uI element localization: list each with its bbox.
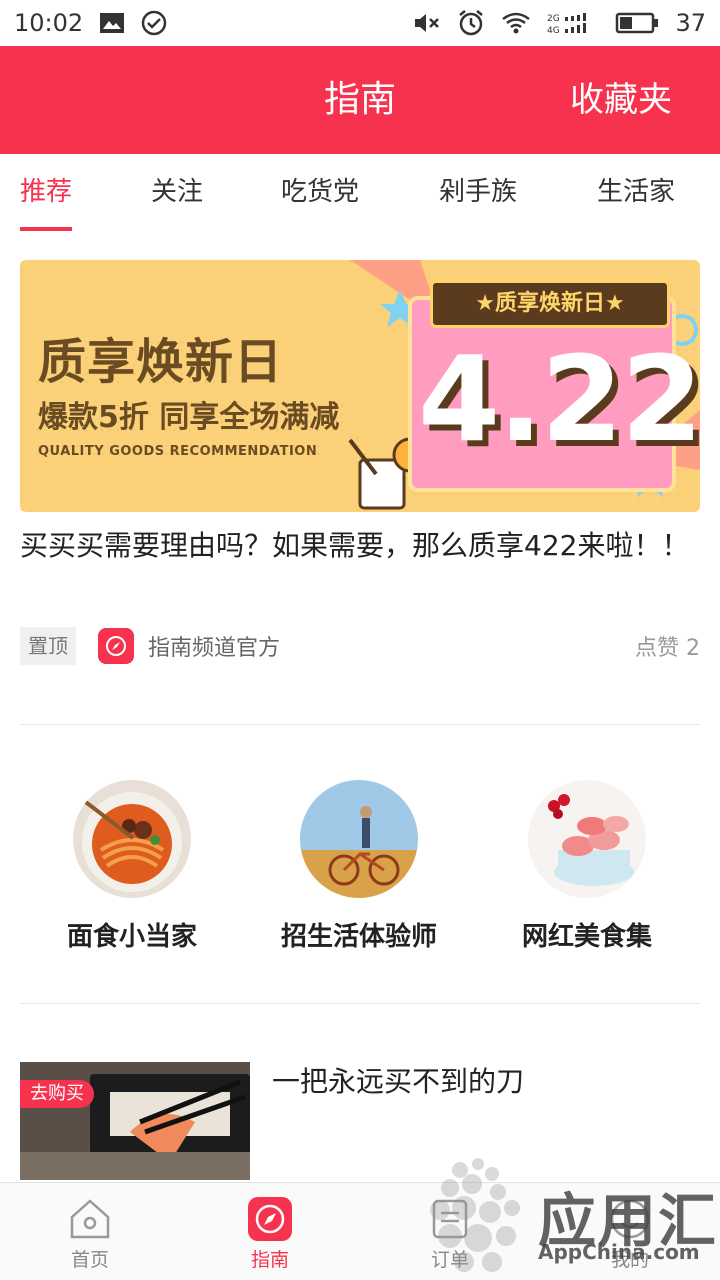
image-icon (99, 12, 125, 34)
category-tabs: 推荐 关注 吃货党 剁手族 生活家 (0, 154, 720, 232)
svg-text:4G: 4G (547, 26, 560, 35)
product-title[interactable]: 一把永远买不到的刀 (272, 1060, 524, 1100)
banner-english-tagline: QUALITY GOODS RECOMMENDATION (38, 444, 318, 459)
category-label: 网红美食集 (521, 922, 652, 952)
category-trendy-food[interactable]: 网红美食集 (477, 780, 697, 953)
favorites-button[interactable]: 收藏夹 (570, 46, 672, 154)
status-bar: 10:02 2G 4G 37 (0, 0, 720, 46)
compass-icon (98, 628, 134, 664)
category-label: 面食小当家 (66, 922, 197, 952)
noodles-photo (73, 780, 191, 898)
like-count[interactable]: 点赞 2 (635, 630, 700, 662)
app-header: 指南 收藏夹 (0, 46, 720, 154)
battery-percent: 37 (675, 9, 706, 37)
divider (20, 1003, 700, 1004)
banner-subtitle: 爆款5折 同享全场满减 (38, 400, 340, 435)
category-noodles[interactable]: 面食小当家 (22, 780, 242, 953)
article-meta: 置顶 指南频道官方 点赞 2 (20, 627, 700, 665)
category-label: 招生活体验师 (280, 922, 437, 952)
tab-recommend[interactable]: 推荐 (14, 154, 78, 232)
nav-home[interactable]: 首页 (0, 1183, 180, 1280)
channel-name[interactable]: 指南频道官方 (148, 630, 280, 662)
battery-icon (615, 12, 659, 34)
signal-icon: 2G 4G (547, 11, 599, 35)
banner-ribbon: ★质享焕新日★ (430, 280, 670, 328)
nav-home-label: 首页 (70, 1249, 109, 1271)
tab-foodies[interactable]: 吃货党 (270, 154, 370, 232)
go-buy-badge[interactable]: 去购买 (20, 1080, 94, 1108)
tab-shoppers[interactable]: 剁手族 (428, 154, 528, 232)
nav-guide[interactable]: 指南 (180, 1183, 360, 1280)
home-icon (66, 1195, 114, 1243)
promo-banner[interactable]: 质享焕新日 爆款5折 同享全场满减 QUALITY GOODS RECOMMEN… (20, 260, 700, 512)
svg-text:2G: 2G (547, 14, 560, 24)
pinned-badge: 置顶 (20, 627, 76, 665)
bicycle-photo (300, 780, 418, 898)
category-lifestyle-tester[interactable]: 招生活体验师 (249, 780, 469, 953)
check-circle-icon (141, 10, 167, 36)
mute-icon (413, 11, 441, 35)
tab-lifestyle[interactable]: 生活家 (586, 154, 686, 232)
status-time: 10:02 (14, 9, 84, 37)
macarons-photo (528, 780, 646, 898)
divider (20, 724, 700, 725)
nav-guide-label: 指南 (250, 1249, 289, 1271)
appchina-watermark: 应用汇 AppChina.com (420, 1150, 720, 1280)
tab-follow[interactable]: 关注 (140, 154, 214, 232)
alarm-icon (457, 9, 485, 37)
banner-title: 质享焕新日 (38, 334, 284, 390)
watermark-subtext: AppChina.com (538, 1240, 700, 1264)
wifi-icon (501, 11, 531, 35)
article-title[interactable]: 买买买需要理由吗？如果需要，那么质享422来啦！！ (20, 526, 700, 566)
compass-icon (246, 1195, 294, 1243)
active-tab-indicator (20, 227, 72, 231)
banner-date: 4.22 (418, 330, 700, 468)
